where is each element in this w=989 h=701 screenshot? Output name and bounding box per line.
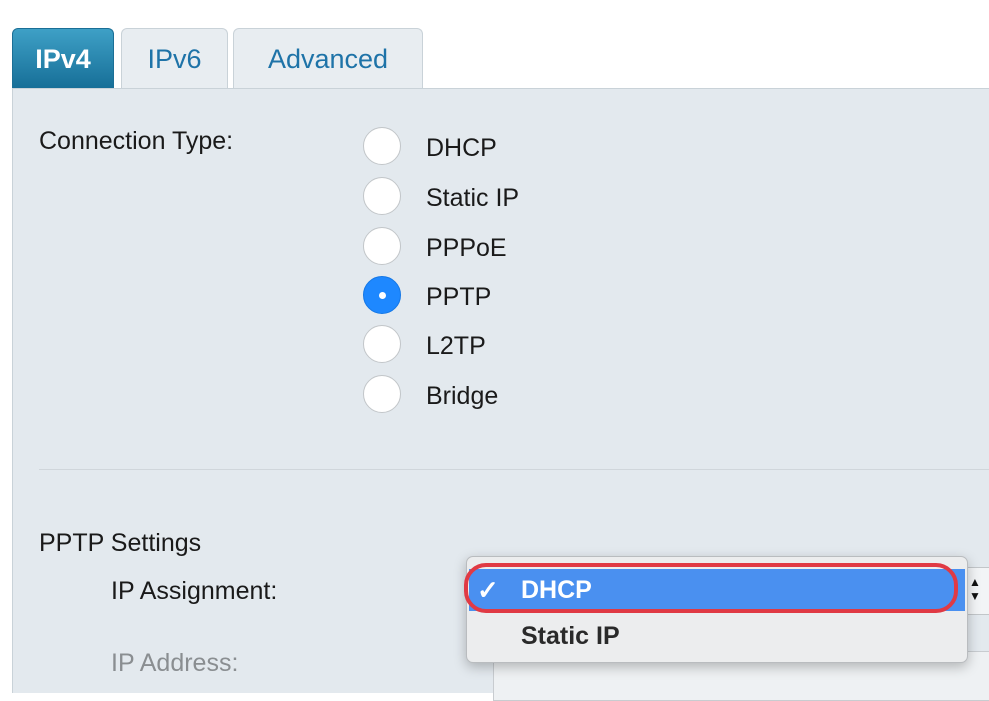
option-label: Static IP bbox=[521, 622, 620, 650]
radio-label: DHCP bbox=[426, 134, 497, 162]
radio-button[interactable] bbox=[363, 375, 401, 413]
connection-type-label: Connection Type: bbox=[39, 127, 234, 155]
tab-advanced[interactable]: Advanced bbox=[233, 28, 423, 88]
dropdown-option-dhcp[interactable]: ✓ DHCP bbox=[469, 569, 965, 611]
ip-address-label: IP Address: bbox=[111, 649, 239, 677]
radio-button[interactable] bbox=[363, 177, 401, 215]
radio-label: Bridge bbox=[426, 382, 499, 410]
radio-label: PPPoE bbox=[426, 234, 507, 262]
radio-label: L2TP bbox=[426, 332, 486, 360]
radio-label: Static IP bbox=[426, 184, 520, 212]
ip-assignment-label: IP Assignment: bbox=[111, 577, 278, 605]
radio-button-checked[interactable] bbox=[363, 276, 401, 314]
dropdown-option-static-ip[interactable]: Static IP bbox=[469, 615, 965, 657]
tab-ipv6[interactable]: IPv6 bbox=[121, 28, 228, 88]
section-divider bbox=[39, 469, 989, 470]
ip-assignment-dropdown-menu: ✓ DHCP Static IP bbox=[466, 556, 968, 663]
pptp-settings-heading: PPTP Settings bbox=[39, 529, 202, 557]
radio-label: PPTP bbox=[426, 283, 492, 311]
checkmark-icon: ✓ bbox=[477, 575, 499, 605]
option-label: DHCP bbox=[521, 576, 592, 604]
radio-button[interactable] bbox=[363, 325, 401, 363]
radio-button[interactable] bbox=[363, 227, 401, 265]
select-stepper-icon[interactable]: ▲ ▼ bbox=[969, 575, 981, 605]
radio-button[interactable] bbox=[363, 127, 401, 165]
tab-ipv4[interactable]: IPv4 bbox=[12, 28, 114, 88]
